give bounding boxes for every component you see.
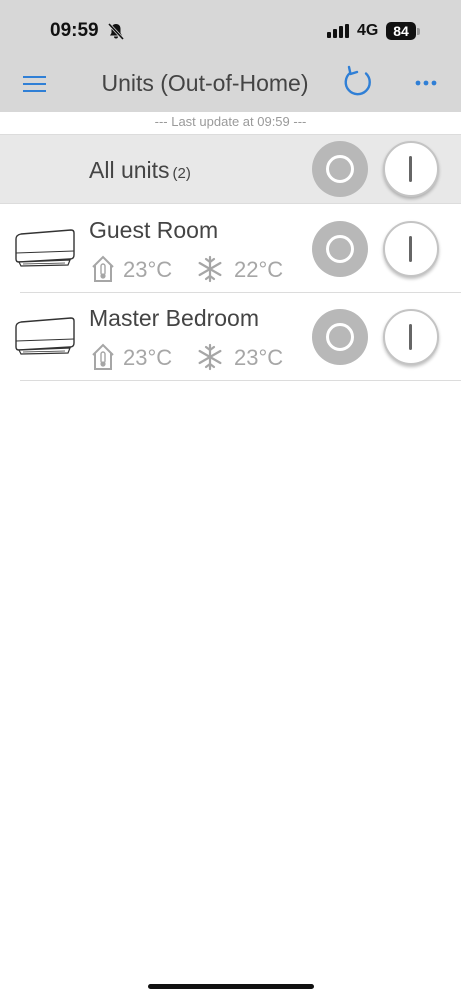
- signal-icon: [327, 24, 349, 38]
- page-title: Units (Out-of-Home): [101, 70, 309, 96]
- unit-name: Guest Room: [89, 217, 219, 243]
- battery-level: 84: [386, 22, 416, 40]
- set-temperature: 23°C: [234, 345, 284, 370]
- set-temperature: 22°C: [234, 257, 284, 282]
- last-update-text: --- Last update at 09:59 ---: [0, 112, 461, 134]
- bell-muted-icon: [108, 23, 124, 40]
- cool-mode-snowflake-icon: [198, 255, 222, 283]
- more-options-icon[interactable]: [412, 76, 440, 90]
- indoor-temperature-icon: [92, 255, 114, 282]
- unit-on-button[interactable]: [383, 309, 439, 365]
- unit-off-button[interactable]: [312, 309, 368, 365]
- cool-mode-snowflake-icon: [198, 343, 222, 371]
- unit-row-master-bedroom[interactable]: Master Bedroom 23°C 23°C: [0, 293, 461, 381]
- unit-off-button[interactable]: [312, 221, 368, 277]
- unit-name: Master Bedroom: [89, 305, 260, 331]
- air-conditioner-icon: [15, 229, 75, 267]
- unit-row-guest-room[interactable]: Guest Room 23°C 22°C: [0, 205, 461, 293]
- battery-tip: [417, 28, 420, 35]
- hamburger-menu-icon[interactable]: [23, 74, 47, 94]
- all-units-off-button[interactable]: [312, 141, 368, 197]
- refresh-icon[interactable]: [340, 64, 376, 100]
- indoor-temperature: 23°C: [123, 345, 173, 370]
- all-units-on-button[interactable]: [383, 141, 439, 197]
- status-time: 09:59: [50, 20, 99, 41]
- all-units-count: (2): [172, 165, 191, 182]
- indoor-temperature: 23°C: [123, 257, 173, 282]
- all-units-label: All units (2): [89, 157, 191, 183]
- row-divider: [20, 380, 461, 381]
- header-bar: 09:59 4G 84 Units (Out-of-Home): [0, 0, 461, 112]
- air-conditioner-icon: [15, 317, 75, 355]
- network-type: 4G: [357, 22, 379, 39]
- all-units-row[interactable]: All units (2): [0, 134, 461, 204]
- indoor-temperature-icon: [92, 343, 114, 370]
- home-indicator[interactable]: [148, 984, 314, 989]
- unit-on-button[interactable]: [383, 221, 439, 277]
